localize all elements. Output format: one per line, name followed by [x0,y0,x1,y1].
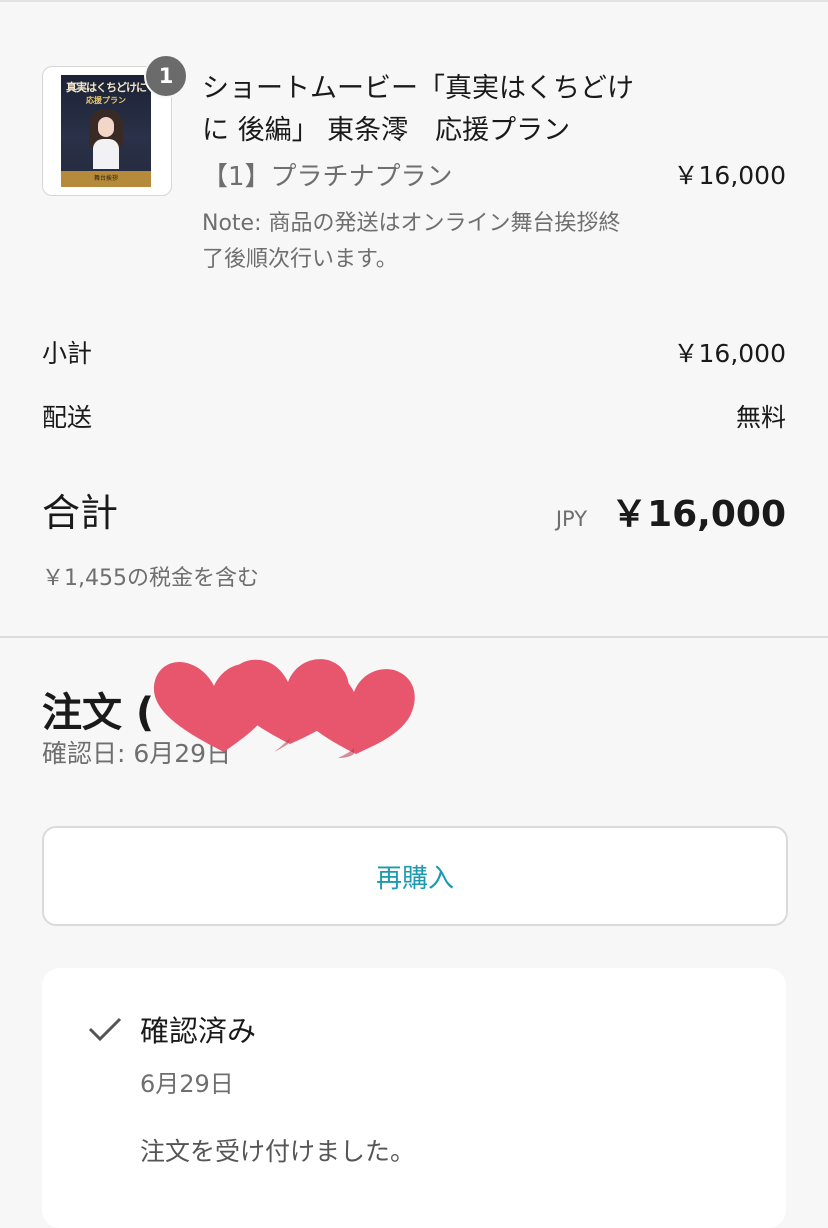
tax-note: ￥1,455の税金を含む [42,566,259,591]
product-variant: 【1】プラチナプラン [202,162,453,192]
rebuy-button[interactable]: 再購入 [42,826,788,926]
status-message: 注文を受け付けました。 [140,1137,416,1166]
check-icon [88,1017,122,1042]
subtotal-row: 小計 ￥16,000 [42,334,786,370]
shipping-row: 配送 無料 [42,398,786,434]
poster-band: 舞台挨拶 [61,171,151,187]
poster-portrait [89,109,123,169]
status-date: 6月29日 [140,1070,234,1098]
status-title: 確認済み [140,1014,257,1048]
quantity-badge: 1 [144,54,188,98]
order-title: 注文 ( [42,690,155,736]
order-line-item: 真実はくちどけに 応援プラン 舞台挨拶 1 ショートムービー「真実はくちどけに … [0,0,828,300]
order-status-card: 確認済み 6月29日 注文を受け付けました。 [42,968,786,1228]
heart-stickers [153,659,415,758]
poster-subtitle: 応援プラン [86,96,126,105]
section-divider [0,636,828,638]
subtotal-value: ￥16,000 [673,339,786,368]
poster-title: 真実はくちどけに [66,81,147,94]
heart-sticker [293,669,415,754]
total-row: 合計 JPY ￥16,000 [42,482,786,537]
total-label: 合計 [42,491,119,535]
shipping-value: 無料 [735,403,786,432]
poster-image: 真実はくちどけに 応援プラン 舞台挨拶 [61,75,151,187]
currency-code: JPY [555,507,588,531]
shipping-label: 配送 [42,403,93,432]
total-value: ￥16,000 [611,494,786,535]
product-thumbnail-wrap[interactable]: 真実はくちどけに 応援プラン 舞台挨拶 1 [42,54,188,196]
product-price: ￥16,000 [673,161,786,190]
product-note: Note: 商品の発送はオンライン舞台挨拶終了後順次行います。 [202,211,621,272]
product-title: ショートムービー「真実はくちどけに 後編」 東条澪 応援プラン [202,73,634,146]
subtotal-label: 小計 [42,339,93,368]
